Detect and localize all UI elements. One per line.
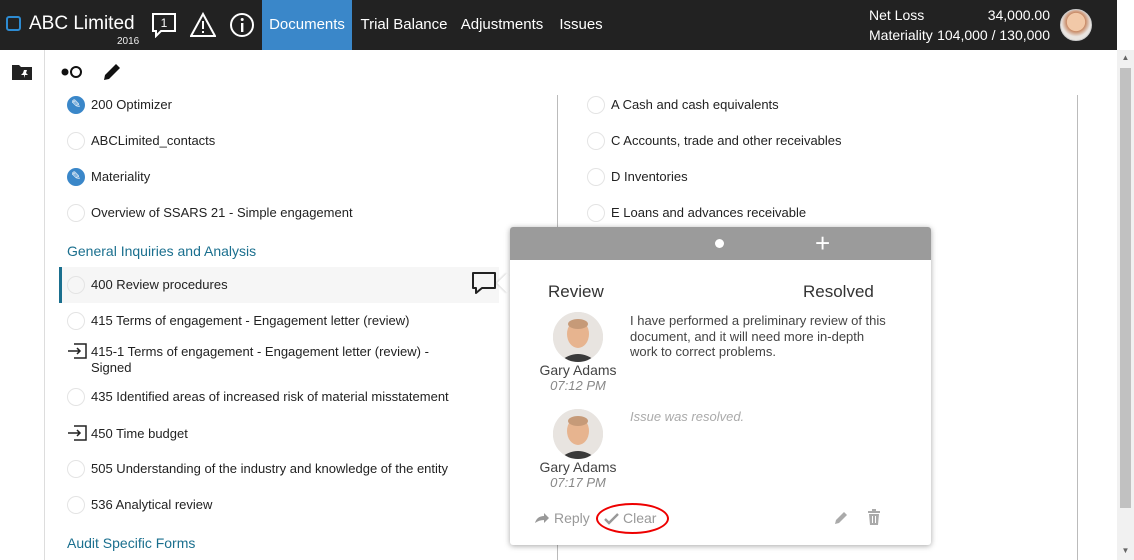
document-label[interactable]: 505 Understanding of the industry and kn… <box>91 460 448 477</box>
list-item[interactable]: 505 Understanding of the industry and kn… <box>67 460 448 478</box>
list-item[interactable]: 450 Time budget <box>67 425 188 442</box>
status-dot-icon[interactable] <box>715 239 724 248</box>
resolved-heading: Resolved <box>803 282 874 301</box>
tab-documents[interactable]: Documents <box>262 0 352 50</box>
status-radio-icon[interactable] <box>587 132 605 150</box>
status-radio-icon[interactable] <box>587 168 605 186</box>
edited-status-icon[interactable] <box>67 168 85 186</box>
status-radio-icon[interactable] <box>67 460 85 478</box>
materiality-value: 104,000 / 130,000 <box>937 27 1050 43</box>
status-radio-icon[interactable] <box>67 312 85 330</box>
status-radio-icon[interactable] <box>587 204 605 222</box>
export-document-icon[interactable] <box>67 343 87 359</box>
status-radio-icon[interactable] <box>67 388 85 406</box>
add-comment-icon[interactable]: + <box>815 229 830 257</box>
comment-author: Gary Adams <box>539 362 617 378</box>
edited-status-icon[interactable] <box>67 96 85 114</box>
warning-icon[interactable] <box>190 12 216 38</box>
commenter-avatar <box>553 312 603 362</box>
document-label[interactable]: Overview of SSARS 21 - Simple engagement <box>91 204 353 221</box>
document-label[interactable]: 415 Terms of engagement - Engagement let… <box>91 312 409 329</box>
document-label[interactable]: E Loans and advances receivable <box>611 204 806 221</box>
column-divider-right <box>1077 95 1078 560</box>
comment-text: I have performed a preliminary review of… <box>630 313 886 359</box>
edit-pencil-icon[interactable] <box>102 62 122 82</box>
export-document-icon[interactable] <box>67 425 87 441</box>
reply-button[interactable]: Reply <box>534 510 590 526</box>
document-label[interactable]: A Cash and cash equivalents <box>611 96 779 113</box>
list-item[interactable]: 200 Optimizer <box>67 96 172 114</box>
commenter-avatar <box>553 409 603 459</box>
engagement-year: 2016 <box>117 36 140 47</box>
document-label[interactable]: 536 Analytical review <box>91 496 212 513</box>
brand-logo-icon <box>6 16 21 31</box>
review-heading: Review <box>548 282 604 301</box>
popup-header: + <box>510 227 931 260</box>
scroll-down-icon[interactable]: ▼ <box>1120 546 1131 558</box>
comment-count-icon[interactable]: 1 <box>151 12 177 38</box>
status-radio-icon[interactable] <box>67 276 85 294</box>
list-item[interactable]: E Loans and advances receivable <box>587 204 806 222</box>
scroll-up-icon[interactable]: ▲ <box>1120 53 1131 65</box>
folder-pin-icon[interactable] <box>11 63 33 81</box>
top-bar: ABC Limited 2016 1 Documents Trial Balan… <box>0 0 1117 50</box>
list-item-selected[interactable]: 400 Review procedures <box>67 276 228 294</box>
user-avatar[interactable] <box>1060 9 1092 41</box>
document-label[interactable]: Materiality <box>91 168 150 185</box>
company-name[interactable]: ABC Limited <box>29 13 135 35</box>
document-label[interactable]: C Accounts, trade and other receivables <box>611 132 842 149</box>
status-radio-icon[interactable] <box>67 132 85 150</box>
status-radio-icon[interactable] <box>587 96 605 114</box>
status-radio-icon[interactable] <box>67 204 85 222</box>
list-item[interactable]: Materiality <box>67 168 150 186</box>
comment-time: 07:12 PM <box>550 378 606 393</box>
section-title-general-inquiries: General Inquiries and Analysis <box>67 243 257 259</box>
list-item[interactable]: ABCLimited_contacts <box>67 132 215 150</box>
comment-system-note: Issue was resolved. <box>630 409 745 424</box>
sidebar-divider <box>44 50 45 560</box>
list-item[interactable]: Overview of SSARS 21 - Simple engagement <box>67 204 353 222</box>
reply-label: Reply <box>554 510 590 526</box>
comment-count: 1 <box>161 16 168 30</box>
list-item[interactable]: A Cash and cash equivalents <box>587 96 779 114</box>
net-loss-label: Net Loss <box>869 7 925 23</box>
tab-adjustments[interactable]: Adjustments <box>456 0 548 50</box>
document-label[interactable]: 435 Identified areas of increased risk o… <box>91 388 449 405</box>
reply-arrow-icon <box>535 513 549 523</box>
tab-issues[interactable]: Issues <box>552 0 610 50</box>
comment-time: 07:17 PM <box>550 475 606 490</box>
document-label[interactable]: 200 Optimizer <box>91 96 172 113</box>
document-label[interactable]: 415-1 Terms of engagement - Engagement l… <box>91 343 437 376</box>
list-item[interactable]: 415-1 Terms of engagement - Engagement l… <box>67 343 437 376</box>
list-item[interactable]: 435 Identified areas of increased risk o… <box>67 388 449 406</box>
section-title-audit-forms: Audit Specific Forms <box>67 535 196 551</box>
document-label[interactable]: ABCLimited_contacts <box>91 132 215 149</box>
clear-highlight-annotation <box>596 503 669 534</box>
tab-trial-balance[interactable]: Trial Balance <box>355 0 453 50</box>
edit-comment-icon[interactable] <box>834 510 849 525</box>
trash-icon[interactable] <box>867 509 881 525</box>
list-item[interactable]: 415 Terms of engagement - Engagement let… <box>67 312 409 330</box>
list-item[interactable]: D Inventories <box>587 168 688 186</box>
status-radio-icon[interactable] <box>67 496 85 514</box>
list-item[interactable]: 536 Analytical review <box>67 496 212 514</box>
toggle-view-icon[interactable] <box>60 66 84 78</box>
document-label[interactable]: 450 Time budget <box>91 425 188 442</box>
document-label[interactable]: 400 Review procedures <box>91 276 228 293</box>
scrollbar-thumb[interactable] <box>1120 68 1131 508</box>
net-loss-value: 34,000.00 <box>987 7 1050 23</box>
info-icon[interactable] <box>229 12 255 38</box>
document-label[interactable]: D Inventories <box>611 168 688 185</box>
materiality-label: Materiality <box>869 27 933 43</box>
comment-bubble-icon[interactable] <box>471 271 497 295</box>
list-item[interactable]: C Accounts, trade and other receivables <box>587 132 842 150</box>
comment-author: Gary Adams <box>539 459 617 475</box>
